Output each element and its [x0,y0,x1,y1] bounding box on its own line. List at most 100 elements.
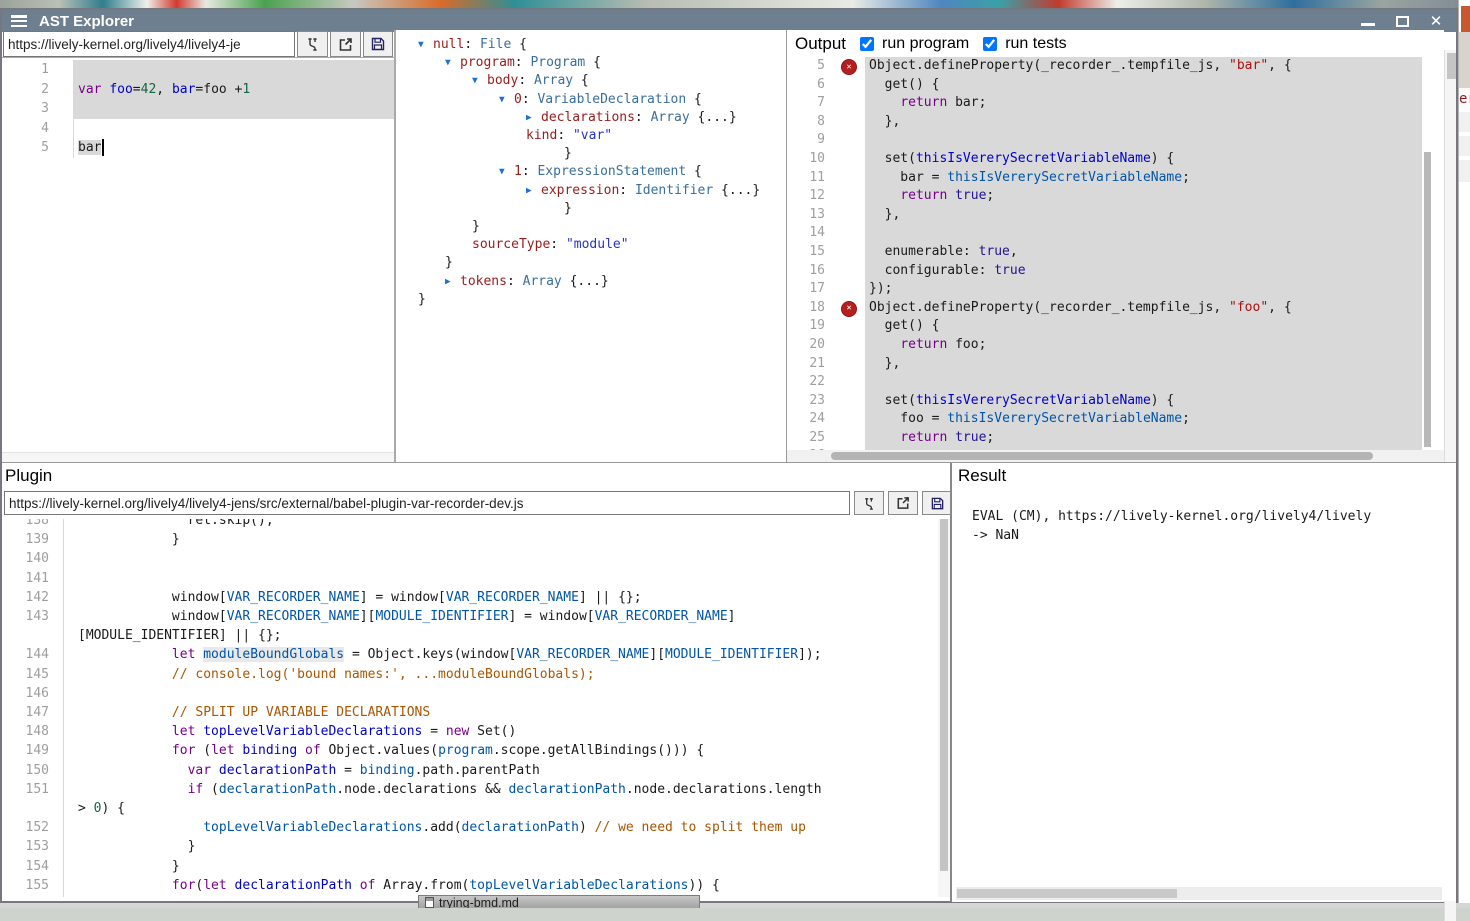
code-token [352,878,360,893]
menu-icon[interactable] [11,15,27,27]
code-token: Program [530,55,585,70]
open-external-button[interactable] [330,31,361,57]
expand-arrow-icon[interactable]: ▶ [445,273,460,291]
result-hscrollbar[interactable] [956,887,1442,900]
collapse-arrow-icon[interactable]: ▼ [499,163,514,181]
line-number: 156 [2,895,64,897]
error-marker-icon[interactable] [839,299,865,318]
ast-tree[interactable]: ▼null: File {▼program: Program {▼body: A… [404,30,786,462]
code-token: : [522,164,538,179]
line-number: 142 [2,588,64,607]
maximize-button[interactable] [1394,14,1410,28]
save-button[interactable] [363,31,393,57]
open-external-button[interactable] [888,491,918,515]
plugin-vscrollbar[interactable] [938,519,950,897]
code-token: , [1010,244,1018,259]
ast-node-toggle[interactable]: ▼0: VariableDeclaration { [404,91,786,109]
ast-node-toggle[interactable]: ▼1: ExpressionStatement { [404,163,786,181]
code-text: return foo; [865,336,1423,355]
output-vscrollbar[interactable] [1422,57,1434,450]
source-url-input[interactable] [3,31,295,57]
ast-node-toggle[interactable]: ▼body: Array { [404,72,786,90]
code-token [869,188,900,203]
error-marker-icon[interactable] [839,57,865,76]
code-token: ret.skip(); [78,519,274,528]
collapse-arrow-icon[interactable]: ▼ [445,54,460,72]
expand-arrow-icon[interactable]: ▶ [526,182,541,200]
line-number: 18 [787,299,839,318]
fork-button[interactable] [854,491,884,515]
code-token: Array.from( [375,878,469,893]
code-token: ; [986,430,994,445]
code-token: )) { [689,878,720,893]
code-token: ; [1182,411,1190,426]
code-token: {...} [690,110,737,125]
code-token [78,743,172,758]
code-token: : [518,73,534,88]
minimize-button[interactable] [1360,14,1376,28]
run-program-checkbox[interactable] [860,37,874,51]
collapse-arrow-icon[interactable]: ▼ [418,36,433,54]
scrollbar-thumb[interactable] [940,519,948,871]
code-token: VAR_RECORDER_NAME [227,609,360,624]
plugin-editor[interactable]: 138 ret.skip();139 }140141142 window[VAR… [2,519,936,897]
output-editor[interactable]: 5Object.defineProperty(_recorder_.tempfi… [787,57,1445,456]
expand-arrow-icon[interactable]: ▶ [526,109,541,127]
code-token: ( [195,743,211,758]
code-line: 11 bar = thisIsVererySecretVariableName; [787,169,1423,188]
code-text: for(let declarationPath of Array.from(to… [64,876,720,895]
top-section: 12var foo=42, bar=foo +1345bar ▼null: Fi… [2,30,1456,462]
code-text: } [64,837,195,856]
external-link-icon [895,495,911,511]
code-line: 140 [2,549,936,568]
code-token: : [507,274,523,289]
window-titlebar[interactable]: AST Explorer ✕ [2,10,1456,32]
source-hscrollbar[interactable] [2,452,394,462]
run-tests-checkbox[interactable] [983,37,997,51]
ast-node-toggle[interactable]: ▶expression: Identifier {...} [404,182,786,200]
code-line: 3 [2,99,394,119]
code-token [78,705,172,720]
panel-divider[interactable] [394,30,404,462]
collapse-arrow-icon[interactable]: ▼ [472,72,487,90]
close-button[interactable]: ✕ [1428,14,1444,28]
ast-node-toggle[interactable]: ▶tokens: Array {...} [404,273,786,291]
source-editor[interactable]: 12var foo=42, bar=foo +1345bar [2,58,394,452]
code-line: 152 topLevelVariableDeclarations.add(dec… [2,818,936,837]
line-number: 9 [787,131,839,150]
code-token: Object.values( [321,743,438,758]
save-button[interactable] [922,491,952,515]
line-number: 22 [787,373,839,392]
fork-button[interactable] [297,31,328,57]
code-token: new [446,724,469,739]
line-number: 149 [2,741,64,760]
collapse-arrow-icon[interactable]: ▼ [499,91,514,109]
code-text: foo = thisIsVererySecretVariableName; [865,410,1423,429]
code-text: let moduleBoundGlobals = Object.keys(win… [64,645,822,664]
ast-node-toggle[interactable]: ▼program: Program { [404,54,786,72]
plugin-url-input[interactable] [4,491,850,515]
code-token: of [360,878,376,893]
ast-node-toggle[interactable]: ▶declarations: Array {...} [404,109,786,127]
scrollbar-thumb[interactable] [957,889,1177,898]
code-line: 16 configurable: true [787,262,1423,281]
background-row [1459,160,1470,182]
code-line: 10 set(thisIsVererySecretVariableName) { [787,150,1423,169]
code-text: // SPLIT UP VARIABLE DECLARATIONS [64,703,430,722]
scrollbar-thumb[interactable] [1424,152,1431,447]
ast-node-toggle[interactable]: ▼null: File { [404,36,786,54]
output-hscrollbar[interactable] [787,450,1445,462]
code-text: window[VAR_RECORDER_NAME] = window[VAR_R… [64,588,642,607]
scrollbar-thumb[interactable] [1447,53,1456,79]
code-token: let [211,743,234,758]
code-token: : [522,92,538,107]
code-line: 9 [787,131,1423,150]
code-token: {...} [713,183,760,198]
code-token: ) { [101,801,124,816]
code-token: Set() [469,724,516,739]
code-text: }, [865,355,1423,374]
code-token: // console.log('bound names:', ...module… [172,667,595,682]
scrollbar-thumb[interactable] [831,452,1373,460]
code-token [78,878,172,893]
background-window-tab[interactable]: trying-bmd.md [418,895,700,908]
